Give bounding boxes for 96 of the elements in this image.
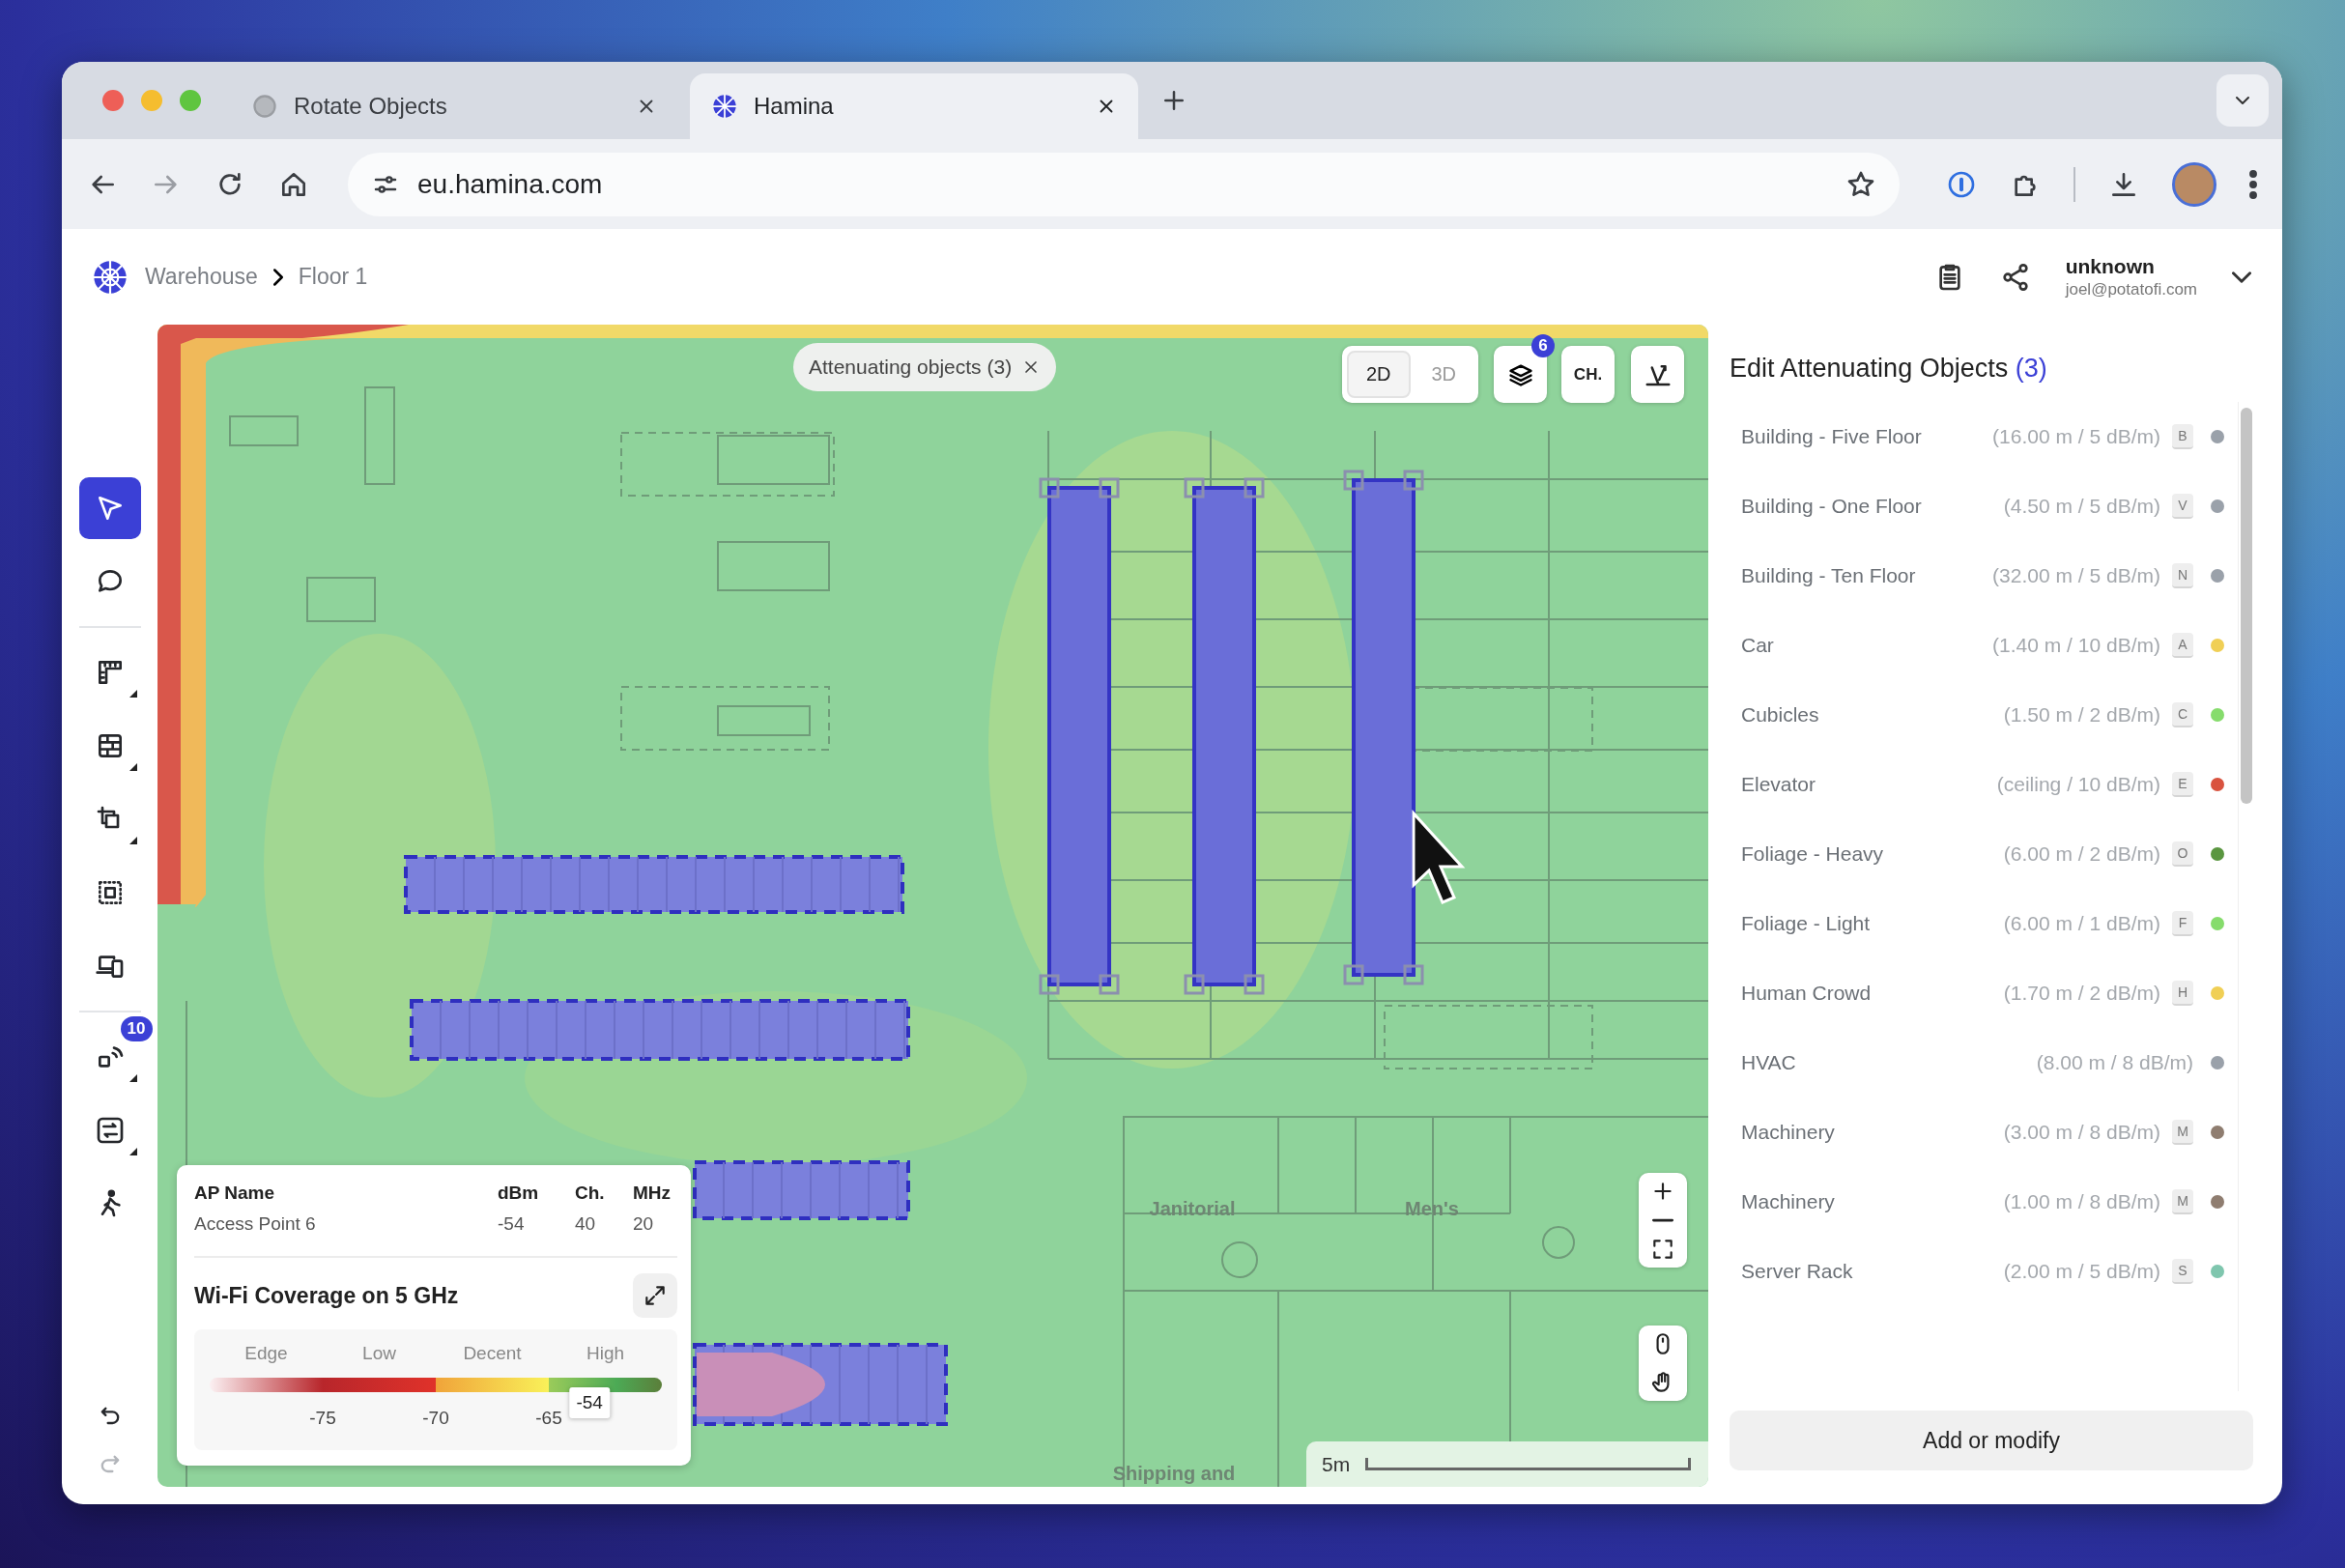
object-name[interactable]: Car [1741,634,1774,657]
object-spec: (6.00 m / 1 dB/m) [2003,912,2160,935]
object-name[interactable]: Cubicles [1741,703,1819,727]
logo-icon [711,93,738,120]
object-name[interactable]: Server Rack [1741,1260,1853,1283]
object-name[interactable]: Machinery [1741,1121,1835,1144]
channel-button[interactable]: CH. [1561,346,1615,403]
object-name[interactable]: Machinery [1741,1190,1835,1213]
expand-icon [643,1283,668,1308]
tick-label: -65 [535,1408,562,1430]
scale-label: 5m [1322,1452,1351,1476]
attenuating-object[interactable] [410,999,910,1061]
object-spec: (1.00 m / 8 dB/m) [2003,1190,2160,1213]
band-label: Edge [243,1343,289,1364]
object-spec: (ceiling / 10 dB/m) [1996,773,2160,796]
count-badge: 10 [120,1016,153,1041]
table-cell-text: -54 [498,1213,526,1235]
object-spec: (4.50 m / 5 dB/m) [2003,495,2160,518]
shortcut-key: C [2172,702,2193,727]
fit-screen-icon [1650,1237,1675,1262]
band-label: Decent [462,1343,523,1364]
object-spec: (6.00 m / 2 dB/m) [2003,842,2160,866]
attenuating-object[interactable] [1039,477,1120,995]
band-label: Low [361,1343,397,1364]
attenuating-object[interactable] [1343,470,1424,985]
shortcut-key: S [2172,1259,2193,1284]
view-mode-button[interactable]: 3D [1414,351,1473,398]
shortcut-key: N [2172,563,2193,588]
object-spec: (3.00 m / 8 dB/m) [2003,1121,2160,1144]
tool-button[interactable] [78,477,141,539]
user-email: joel@potatofi.com [2065,279,2197,299]
shortcut-key: V [2172,494,2193,519]
band-label: High [585,1343,626,1364]
room-label: Men's [1405,1198,1459,1219]
attenuating-object[interactable] [404,855,904,914]
object-spec: (1.70 m / 2 dB/m) [2003,982,2160,1005]
table-cell-text: 20 [633,1213,655,1235]
object-name[interactable]: Foliage - Light [1741,912,1871,935]
shortcut-key: O [2172,841,2193,867]
tick-label: -70 [422,1408,449,1430]
minus-icon [1652,1217,1673,1223]
object-name[interactable]: Building - Five Floor [1741,425,1922,448]
breadcrumb-item[interactable]: Floor 1 [298,264,368,290]
fit-view-button[interactable] [1650,1237,1675,1262]
signal-marker: -54 [569,1387,610,1418]
object-name[interactable]: HVAC [1741,1051,1796,1074]
address-bar[interactable]: eu.hamina.com [348,152,1900,216]
object-spec: (32.00 m / 5 dB/m) [1992,564,2160,587]
object-spec: (1.50 m / 2 dB/m) [2003,703,2160,727]
room-label: Janitorial [1149,1198,1236,1219]
globe-icon [251,93,278,120]
chevron-right-icon [272,268,283,286]
object-name[interactable]: Human Crowd [1741,982,1872,1005]
coverage-title: Wi-Fi Coverage on 5 GHz [194,1282,459,1309]
user-name: unknown [2065,254,2156,278]
shortcut-key: E [2172,772,2193,797]
add-or-modify-button[interactable]: Add or modify [1730,1411,2253,1470]
shortcut-key: F [2172,911,2193,936]
angle-tool-button[interactable] [1631,346,1684,403]
expand-button[interactable] [633,1273,677,1318]
object-spec: (8.00 m / 8 dB/m) [2036,1051,2193,1074]
chevron-down-icon [2232,271,2251,283]
view-mode-button[interactable]: 2D [1347,351,1411,398]
breadcrumb-item[interactable]: Warehouse [145,264,258,290]
table-cell-text: Access Point 6 [194,1213,317,1235]
column-header: AP Name [194,1183,276,1204]
browser-tab[interactable]: Rotate Objects [230,73,678,139]
column-header: MHz [633,1183,672,1204]
scrollbar-thumb[interactable] [2241,408,2252,804]
shortcut-key: B [2172,424,2193,449]
object-name[interactable]: Elevator [1741,773,1816,796]
attenuating-object[interactable] [693,1343,948,1426]
object-spec: (2.00 m / 5 dB/m) [2003,1260,2160,1283]
filter-chip[interactable]: Attenuating objects (3) [793,343,1057,391]
shortcut-key: H [2172,981,2193,1006]
avatar-icon[interactable] [2172,161,2216,207]
shortcut-key: M [2172,1189,2193,1214]
more-icon [2249,169,2257,199]
table-cell-text: 40 [575,1213,597,1235]
object-spec: (16.00 m / 5 dB/m) [1992,425,2160,448]
shortcut-key: M [2172,1120,2193,1145]
object-name[interactable]: Building - Ten Floor [1741,564,1916,587]
room-label: Shipping and [1112,1463,1236,1484]
object-name[interactable]: Foliage - Heavy [1741,842,1884,866]
shortcut-key: A [2172,633,2193,658]
object-spec: (1.40 m / 10 dB/m) [1992,634,2160,657]
zoom-out-button[interactable] [1652,1217,1673,1223]
attenuating-object[interactable] [1184,477,1265,995]
column-header: dBm [498,1183,540,1204]
panel-title: Edit Attenuating Objects (3) [1730,354,2048,383]
tick-label: -75 [309,1408,336,1430]
browser-tab[interactable]: Hamina [690,73,1138,139]
attenuating-object[interactable] [693,1160,910,1220]
object-name[interactable]: Building - One Floor [1741,495,1922,518]
column-header: Ch. [575,1183,606,1204]
cursor-icon [1412,810,1466,904]
